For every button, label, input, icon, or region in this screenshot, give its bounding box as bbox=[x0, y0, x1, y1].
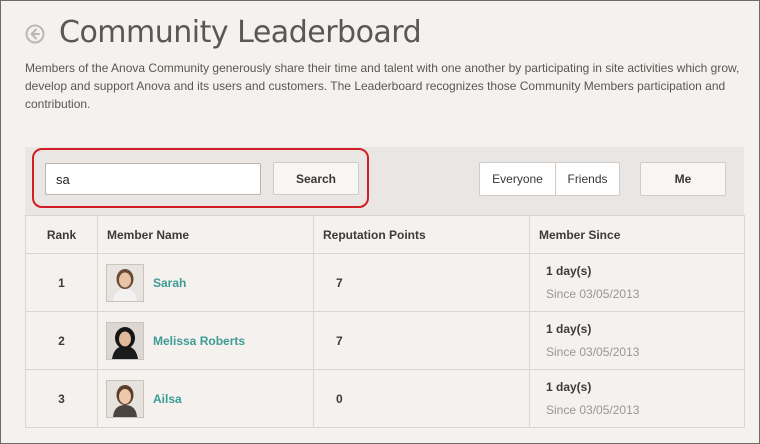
rank-cell: 3 bbox=[25, 369, 98, 428]
member-since-date: Since 03/05/2013 bbox=[546, 345, 640, 359]
member-cell: Sarah bbox=[97, 253, 314, 312]
leaderboard-window: Community Leaderboard Members of the Ano… bbox=[0, 0, 760, 444]
membership-duration: 1 day(s) bbox=[546, 322, 592, 336]
search-button[interactable]: Search bbox=[273, 162, 359, 195]
member-cell: Melissa Roberts bbox=[97, 311, 314, 370]
me-button[interactable]: Me bbox=[640, 162, 726, 196]
member-since-column-header[interactable]: Member Since bbox=[529, 215, 745, 254]
membership-duration: 1 day(s) bbox=[546, 264, 592, 278]
reputation-points-cell: 7 bbox=[313, 311, 530, 370]
table-row: 3 Ailsa 0 1 day(s) Since 03/05/2013 bbox=[25, 369, 745, 428]
search-input[interactable] bbox=[45, 163, 261, 195]
rank-cell: 2 bbox=[25, 311, 98, 370]
member-name-link[interactable]: Melissa Roberts bbox=[153, 334, 245, 348]
member-since-date: Since 03/05/2013 bbox=[546, 287, 640, 301]
member-since-date: Since 03/05/2013 bbox=[546, 403, 640, 417]
page-title: Community Leaderboard bbox=[59, 15, 422, 50]
member-since-cell: 1 day(s) Since 03/05/2013 bbox=[529, 311, 745, 370]
rank-cell: 1 bbox=[25, 253, 98, 312]
avatar[interactable] bbox=[106, 321, 144, 360]
member-cell: Ailsa bbox=[97, 369, 314, 428]
member-name-link[interactable]: Ailsa bbox=[153, 392, 182, 406]
page-header: Community Leaderboard bbox=[25, 13, 422, 53]
table-header-row: Rank Member Name Reputation Points Membe… bbox=[25, 215, 745, 254]
avatar[interactable] bbox=[106, 263, 144, 302]
leaderboard-toolbar: Search Everyone Friends Me bbox=[25, 147, 744, 215]
rank-column-header[interactable]: Rank bbox=[25, 215, 98, 254]
member-since-cell: 1 day(s) Since 03/05/2013 bbox=[529, 253, 745, 312]
friends-filter-button[interactable]: Friends bbox=[555, 162, 620, 196]
member-name-column-header[interactable]: Member Name bbox=[97, 215, 314, 254]
reputation-points-cell: 7 bbox=[313, 253, 530, 312]
avatar[interactable] bbox=[106, 379, 144, 418]
table-row: 1 Sarah 7 1 day(s) Since 03/05/2013 bbox=[25, 253, 745, 312]
page-description: Members of the Anova Community generousl… bbox=[25, 61, 740, 111]
leaderboard-table: Rank Member Name Reputation Points Membe… bbox=[25, 215, 745, 428]
reputation-points-cell: 0 bbox=[313, 369, 530, 428]
back-arrow-icon[interactable] bbox=[25, 24, 45, 44]
membership-duration: 1 day(s) bbox=[546, 380, 592, 394]
member-name-link[interactable]: Sarah bbox=[153, 276, 186, 290]
everyone-filter-button[interactable]: Everyone bbox=[479, 162, 555, 196]
reputation-points-column-header[interactable]: Reputation Points bbox=[313, 215, 530, 254]
member-since-cell: 1 day(s) Since 03/05/2013 bbox=[529, 369, 745, 428]
table-row: 2 Melissa Roberts 7 1 day(s) Since 03/05… bbox=[25, 311, 745, 370]
